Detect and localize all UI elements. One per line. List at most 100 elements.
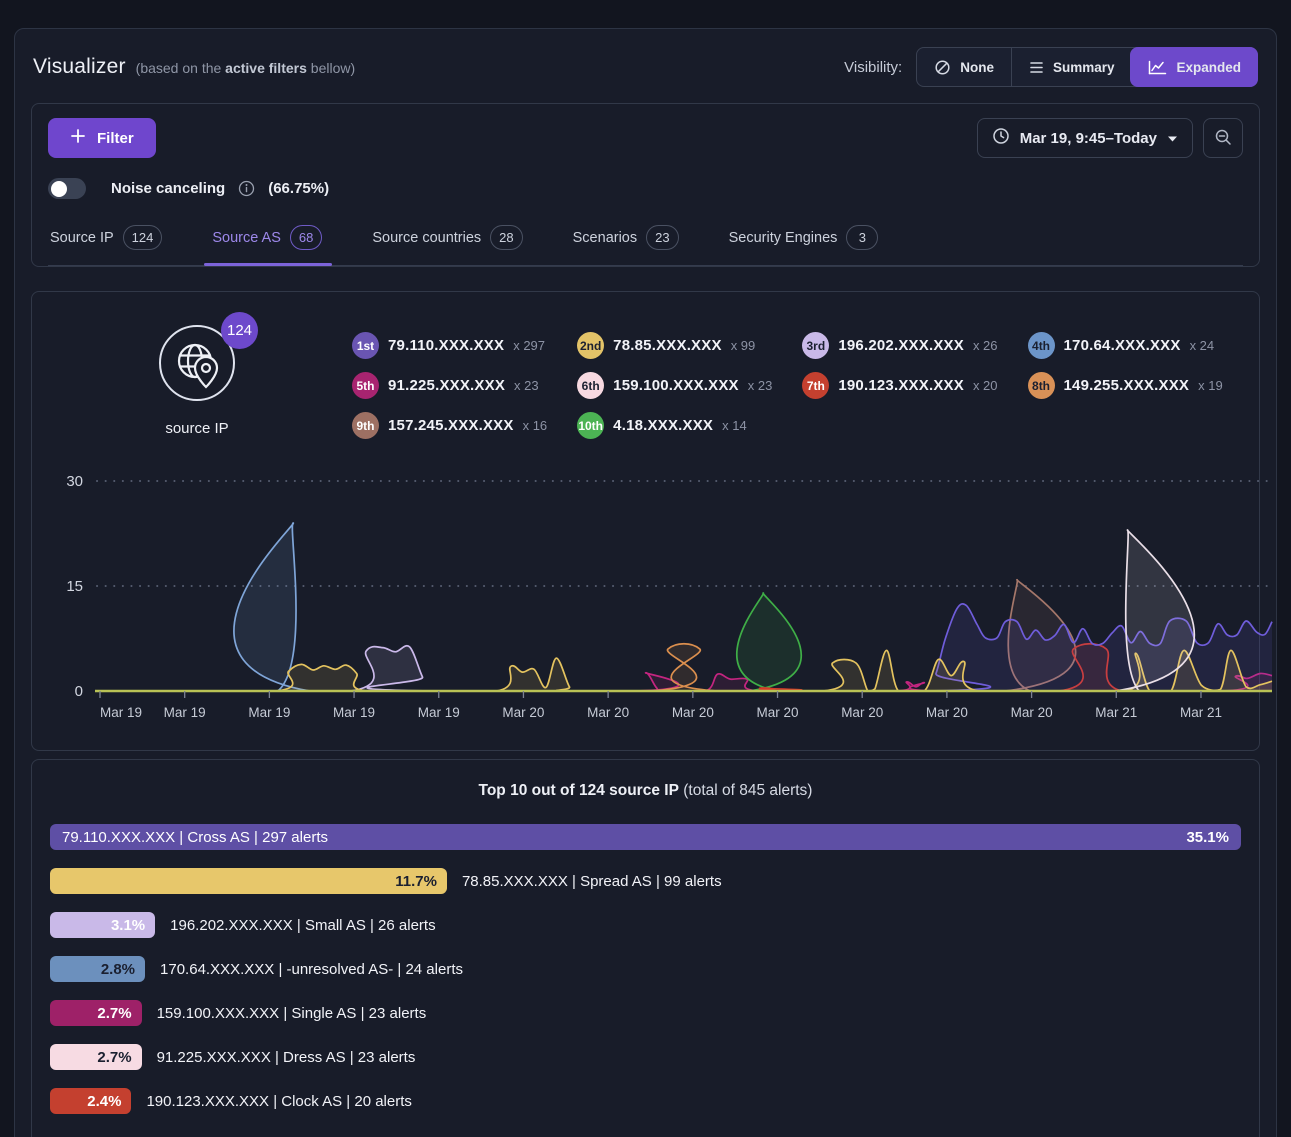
svg-text:Mar 20: Mar 20: [841, 705, 883, 720]
entity-icon-wrap: 124: [158, 324, 236, 402]
svg-text:15: 15: [66, 578, 83, 595]
visualizer-card: Visualizer (based on the active filters …: [14, 28, 1277, 1137]
zoom-out-button[interactable]: [1203, 118, 1243, 158]
svg-text:30: 30: [66, 473, 83, 490]
visibility-option-label: Expanded: [1176, 60, 1241, 75]
legend-rank-badge: 4th: [1028, 332, 1055, 359]
tab-scenarios[interactable]: Scenarios23: [571, 215, 681, 265]
legend-rank-badge: 5th: [352, 372, 379, 399]
bar-percentage: 2.7%: [97, 1005, 131, 1022]
legend-rank-badge: 10th: [577, 412, 604, 439]
bar-label: 196.202.XXX.XXX | Small AS | 26 alerts: [170, 917, 435, 934]
tab-count-badge: 124: [123, 225, 163, 250]
time-series-chart: 30150Mar 19Mar 19Mar 19Mar 19Mar 19Mar 2…: [45, 465, 1246, 738]
bar-percentage: 2.7%: [97, 1049, 131, 1066]
legend-item[interactable]: 8th 149.255.XXX.XXX x 19: [1028, 372, 1223, 399]
bar-label: 79.110.XXX.XXX | Cross AS | 297 alerts: [62, 829, 328, 846]
legend-rank-badge: 6th: [577, 372, 604, 399]
date-range-button[interactable]: Mar 19, 9:45–Today: [977, 118, 1193, 158]
percentage-bar: 2.8%: [50, 956, 145, 982]
zoom-out-icon: [1214, 128, 1232, 149]
filters-panel: Filter Mar 19, 9:45–Today: [31, 103, 1260, 267]
legend-count: x 26: [973, 338, 998, 353]
svg-text:Mar 20: Mar 20: [1011, 705, 1053, 720]
legend-item[interactable]: 5th91.225.XXX.XXXx 23: [352, 372, 547, 399]
percentage-bar: 79.110.XXX.XXX | Cross AS | 297 alerts35…: [50, 824, 1241, 850]
svg-text:Mar 19: Mar 19: [100, 705, 142, 720]
bar-percentage: 11.7%: [395, 873, 437, 890]
svg-text:Mar 21: Mar 21: [1095, 705, 1137, 720]
tab-source-as[interactable]: Source AS 68: [210, 215, 324, 265]
add-filter-button[interactable]: Filter: [48, 118, 156, 158]
top-list-row: 2.7%159.100.XXX.XXX | Single AS | 23 ale…: [50, 1000, 1241, 1026]
top-list-row: 3.1% 196.202.XXX.XXX | Small AS | 26 aler…: [50, 912, 1241, 938]
legend-count: x 297: [513, 338, 545, 353]
alerts-chart-svg: 30150Mar 19Mar 19Mar 19Mar 19Mar 19Mar 2…: [45, 465, 1276, 733]
percentage-bar: 3.1%: [50, 912, 155, 938]
legend-rank-badge: 8th: [1028, 372, 1055, 399]
legend-count: x 23: [748, 378, 773, 393]
legend-ip: 149.255.XXX.XXX: [1064, 377, 1190, 394]
legend-ip: 170.64.XXX.XXX: [1064, 337, 1181, 354]
summary-icon: [1029, 61, 1044, 74]
legend-item[interactable]: 3rd196.202.XXX.XXXx 26: [802, 332, 997, 359]
noise-canceling-toggle[interactable]: [48, 178, 86, 199]
legend-item[interactable]: 10th4.18.XXX.XXXx 14: [577, 412, 772, 439]
noise-canceling-row: Noise canceling (66.75%): [48, 178, 1243, 199]
top-list-panel: Top 10 out of 124 source IP (total of 84…: [31, 759, 1260, 1137]
page-title: Visualizer: [33, 55, 126, 79]
tab-source-ip[interactable]: Source IP 124: [48, 215, 164, 265]
top-list-title: Top 10 out of 124 source IP (total of 84…: [50, 782, 1241, 800]
bar-percentage: 3.1%: [111, 917, 145, 934]
legend-rank-badge: 7th: [802, 372, 829, 399]
top-list-row: 2.7% 91.225.XXX.XXX | Dress AS | 23 alert…: [50, 1044, 1241, 1070]
legend-item[interactable]: 4th170.64.XXX.XXXx 24: [1028, 332, 1223, 359]
legend-ip: 196.202.XXX.XXX: [838, 337, 964, 354]
filters-top-row: Filter Mar 19, 9:45–Today: [48, 118, 1243, 158]
top-list-row: 2.4%190.123.XXX.XXX | Clock AS | 20 aler…: [50, 1088, 1241, 1114]
visibility-option-expanded[interactable]: Expanded: [1130, 47, 1258, 87]
chart-legend: 1st 79.110.XXX.XXX x 297 2nd78.85.XXX.XXXx …: [352, 318, 1249, 439]
page-subtitle: (based on the active filters bellow): [136, 60, 355, 76]
legend-ip: 157.245.XXX.XXX: [388, 417, 514, 434]
info-icon[interactable]: [238, 180, 255, 197]
svg-text:Mar 19: Mar 19: [248, 705, 290, 720]
tab-security-engines[interactable]: Security Engines 3: [727, 215, 881, 265]
bar-label: 91.225.XXX.XXX | Dress AS | 23 alerts: [157, 1049, 416, 1066]
legend-item[interactable]: 7th190.123.XXX.XXXx 20: [802, 372, 997, 399]
legend-ip: 79.110.XXX.XXX: [388, 337, 504, 354]
tab-source-countries[interactable]: Source countries28: [370, 215, 524, 265]
tab-label: Security Engines: [729, 230, 838, 246]
legend-item[interactable]: 2nd78.85.XXX.XXXx 99: [577, 332, 772, 359]
svg-text:0: 0: [75, 683, 83, 700]
bar-percentage: 2.8%: [101, 961, 135, 978]
bar-label: 78.85.XXX.XXX | Spread AS | 99 alerts: [462, 873, 722, 890]
legend-rank-badge: 1st: [352, 332, 379, 359]
legend-count: x 99: [731, 338, 756, 353]
legend-count: x 19: [1198, 378, 1223, 393]
chart-panel: 124 source IP 1st79.110.XXX.XXXx 2972nd7…: [31, 291, 1260, 751]
legend-ip: 190.123.XXX.XXX: [838, 377, 964, 394]
tab-label: Source AS: [212, 230, 281, 246]
top-list-row: 79.110.XXX.XXX | Cross AS | 297 alerts35…: [50, 824, 1241, 850]
svg-text:Mar 20: Mar 20: [757, 705, 799, 720]
legend-rank-badge: 9th: [352, 412, 379, 439]
tab-count-badge: 23: [646, 225, 678, 250]
percentage-bar: 2.4%: [50, 1088, 131, 1114]
legend-item[interactable]: 6th 159.100.XXX.XXX x 23: [577, 372, 772, 399]
noise-canceling-label: Noise canceling: [111, 180, 225, 197]
legend-ip: 159.100.XXX.XXX: [613, 377, 739, 394]
visibility-option-none[interactable]: None: [917, 48, 1011, 86]
clock-icon: [992, 127, 1010, 149]
bar-label: 170.64.XXX.XXX | -unresolved AS- | 24 al…: [160, 961, 463, 978]
svg-text:Mar 20: Mar 20: [926, 705, 968, 720]
legend-item[interactable]: 1st 79.110.XXX.XXX x 297: [352, 332, 547, 359]
legend-item[interactable]: 9th157.245.XXX.XXXx 16: [352, 412, 547, 439]
filter-tabs: Source IP 124 Source AS 68 Source countries2…: [48, 215, 1243, 266]
visibility-option-summary[interactable]: Summary: [1011, 48, 1132, 86]
percentage-bar: 2.7%: [50, 1000, 142, 1026]
svg-text:Mar 20: Mar 20: [502, 705, 544, 720]
tab-label: Source IP: [50, 230, 114, 246]
tab-count-badge: 68: [290, 225, 322, 250]
tab-count-badge: 3: [846, 225, 878, 250]
